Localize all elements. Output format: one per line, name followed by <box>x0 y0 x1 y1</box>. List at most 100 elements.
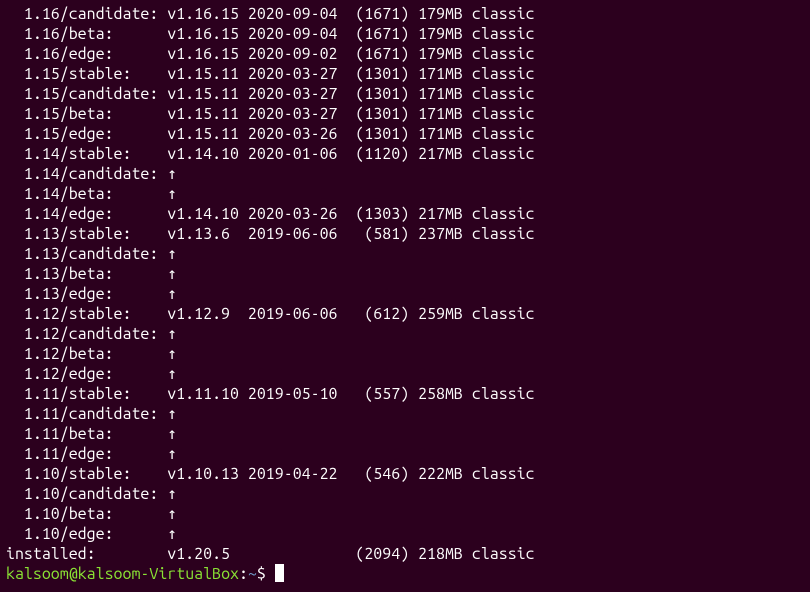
terminal-output: 1.16/candidate:v1.16.152020-09-04(1671)1… <box>6 4 804 564</box>
revision-value: (1301) <box>346 64 409 84</box>
version-value: v1.14.10 <box>167 144 248 164</box>
output-line: 1.11/edge:↑ <box>6 444 804 464</box>
tracking-arrow-icon: ↑ <box>167 484 177 504</box>
version-value: v1.15.11 <box>167 104 248 124</box>
notes-value: classic <box>463 104 535 124</box>
date-value: 2020-03-27 <box>248 84 347 104</box>
revision-value: (581) <box>346 224 409 244</box>
channel-label: 1.10/beta: <box>6 504 167 524</box>
size-value: 259MB <box>409 304 463 324</box>
date-value: 2020-03-26 <box>248 124 347 144</box>
channel-label: 1.15/beta: <box>6 104 167 124</box>
tracking-arrow-icon: ↑ <box>167 184 177 204</box>
output-line: 1.12/edge:↑ <box>6 364 804 384</box>
date-value: 2019-06-06 <box>248 304 347 324</box>
output-line: 1.14/edge:v1.14.102020-03-26(1303)217MBc… <box>6 204 804 224</box>
prompt-colon: : <box>239 565 248 583</box>
output-line: 1.13/beta:↑ <box>6 264 804 284</box>
output-line: 1.11/candidate:↑ <box>6 404 804 424</box>
output-line: 1.10/candidate:↑ <box>6 484 804 504</box>
channel-label: 1.11/beta: <box>6 424 167 444</box>
date-value: 2020-01-06 <box>248 144 347 164</box>
notes-value: classic <box>463 64 535 84</box>
output-line: installed:v1.20.5(2094)218MBclassic <box>6 544 804 564</box>
tracking-arrow-icon: ↑ <box>167 284 177 304</box>
version-value: v1.11.10 <box>167 384 248 404</box>
output-line: 1.16/candidate:v1.16.152020-09-04(1671)1… <box>6 4 804 24</box>
output-line: 1.10/beta:↑ <box>6 504 804 524</box>
output-line: 1.11/stable:v1.11.102019-05-10(557)258MB… <box>6 384 804 404</box>
size-value: 217MB <box>409 204 463 224</box>
channel-label: 1.16/edge: <box>6 44 167 64</box>
output-line: 1.13/edge:↑ <box>6 284 804 304</box>
output-line: 1.12/stable:v1.12.92019-06-06(612)259MBc… <box>6 304 804 324</box>
channel-label: 1.11/stable: <box>6 384 167 404</box>
version-value: v1.16.15 <box>167 24 248 44</box>
prompt-at: @ <box>69 565 78 583</box>
version-value: v1.12.9 <box>167 304 248 324</box>
output-line: 1.10/stable:v1.10.132019-04-22(546)222MB… <box>6 464 804 484</box>
output-line: 1.15/beta:v1.15.112020-03-27(1301)171MBc… <box>6 104 804 124</box>
channel-label: 1.13/candidate: <box>6 244 167 264</box>
revision-value: (1671) <box>346 4 409 24</box>
channel-label: 1.14/stable: <box>6 144 167 164</box>
output-line: 1.16/beta:v1.16.152020-09-04(1671)179MBc… <box>6 24 804 44</box>
output-line: 1.16/edge:v1.16.152020-09-02(1671)179MBc… <box>6 44 804 64</box>
output-line: 1.13/candidate:↑ <box>6 244 804 264</box>
prompt-host: kalsoom-VirtualBox <box>78 565 239 583</box>
channel-label: 1.15/edge: <box>6 124 167 144</box>
output-line: 1.15/candidate:v1.15.112020-03-27(1301)1… <box>6 84 804 104</box>
cursor <box>275 564 284 582</box>
version-value: v1.15.11 <box>167 124 248 144</box>
channel-label: 1.11/candidate: <box>6 404 167 424</box>
date-value: 2019-04-22 <box>248 464 347 484</box>
date-value: 2020-09-02 <box>248 44 347 64</box>
version-value: v1.20.5 <box>167 544 248 564</box>
revision-value: (1301) <box>346 124 409 144</box>
output-line: 1.14/stable:v1.14.102020-01-06(1120)217M… <box>6 144 804 164</box>
tracking-arrow-icon: ↑ <box>167 504 177 524</box>
channel-label: 1.14/beta: <box>6 184 167 204</box>
notes-value: classic <box>463 124 535 144</box>
tracking-arrow-icon: ↑ <box>167 244 177 264</box>
channel-label: 1.11/edge: <box>6 444 167 464</box>
channel-label: 1.13/stable: <box>6 224 167 244</box>
revision-value: (546) <box>346 464 409 484</box>
size-value: 217MB <box>409 144 463 164</box>
tracking-arrow-icon: ↑ <box>167 424 177 444</box>
version-value: v1.15.11 <box>167 84 248 104</box>
date-value: 2020-03-27 <box>248 104 347 124</box>
output-line: 1.12/candidate:↑ <box>6 324 804 344</box>
revision-value: (2094) <box>346 544 409 564</box>
prompt-dollar: $ <box>257 565 275 583</box>
version-value: v1.16.15 <box>167 4 248 24</box>
date-value: 2020-03-26 <box>248 204 347 224</box>
output-line: 1.14/beta:↑ <box>6 184 804 204</box>
size-value: 171MB <box>409 104 463 124</box>
channel-label: 1.12/beta: <box>6 344 167 364</box>
channel-label: 1.16/beta: <box>6 24 167 44</box>
shell-prompt[interactable]: kalsoom@kalsoom-VirtualBox:~$ <box>6 564 804 584</box>
notes-value: classic <box>463 224 535 244</box>
notes-value: classic <box>463 84 535 104</box>
version-value: v1.14.10 <box>167 204 248 224</box>
prompt-user: kalsoom <box>6 565 69 583</box>
tracking-arrow-icon: ↑ <box>167 404 177 424</box>
channel-label: 1.13/edge: <box>6 284 167 304</box>
revision-value: (1301) <box>346 104 409 124</box>
channel-label: 1.12/stable: <box>6 304 167 324</box>
date-value: 2020-09-04 <box>248 24 347 44</box>
date-value: 2020-03-27 <box>248 64 347 84</box>
prompt-path: ~ <box>248 565 257 583</box>
revision-value: (1671) <box>346 24 409 44</box>
channel-label: 1.14/edge: <box>6 204 167 224</box>
date-value: 2019-06-06 <box>248 224 347 244</box>
tracking-arrow-icon: ↑ <box>167 364 177 384</box>
notes-value: classic <box>463 544 535 564</box>
size-value: 237MB <box>409 224 463 244</box>
date-value: 2019-05-10 <box>248 384 347 404</box>
size-value: 222MB <box>409 464 463 484</box>
notes-value: classic <box>463 204 535 224</box>
revision-value: (1301) <box>346 84 409 104</box>
version-value: v1.15.11 <box>167 64 248 84</box>
